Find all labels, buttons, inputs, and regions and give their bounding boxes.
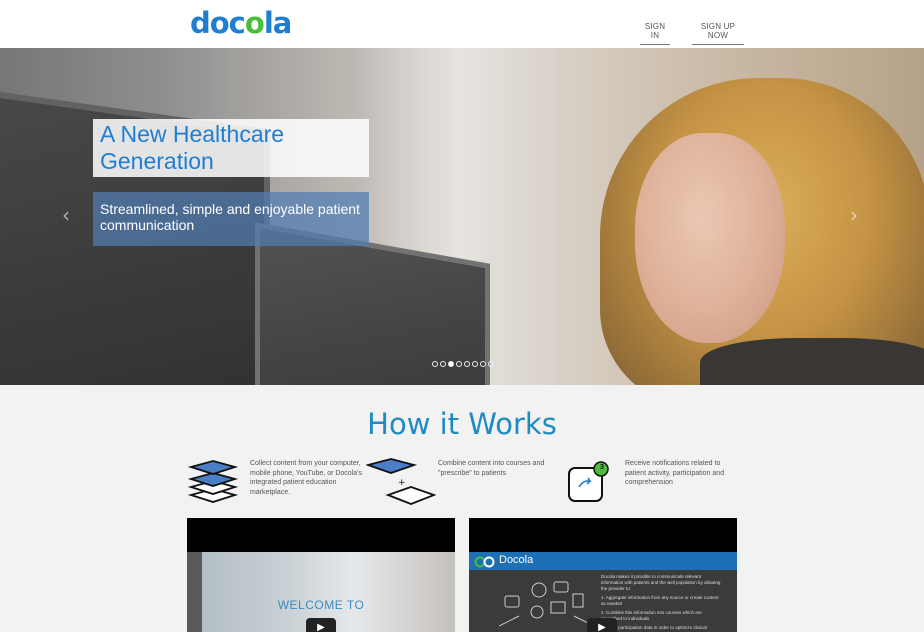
carousel-dot[interactable] bbox=[440, 361, 446, 367]
sign-in-link[interactable]: SIGN IN bbox=[640, 22, 670, 45]
docola-logo[interactable]: docola bbox=[190, 6, 292, 40]
hero-title-line-2: Generation bbox=[100, 148, 214, 174]
carousel-dot[interactable] bbox=[472, 361, 478, 367]
video-welcome-text: WELCOME TO bbox=[277, 598, 365, 612]
layers-icon bbox=[188, 460, 238, 503]
step-2-text: Combine content into courses and "prescr… bbox=[438, 460, 545, 477]
how-it-works-title: How it Works bbox=[367, 407, 557, 441]
step-1-text: Collect content from your computer, mobi… bbox=[250, 460, 362, 496]
carousel-dot[interactable] bbox=[432, 361, 438, 367]
hero-subtitle-line-1: Streamlined, simple and enjoyable patien… bbox=[100, 201, 360, 217]
explainer-video-player[interactable]: Docola Docola makes it possible to commu… bbox=[469, 518, 737, 632]
hero-subtitle-box: Streamlined, simple and enjoyable patien… bbox=[93, 192, 369, 246]
play-button-icon[interactable]: ▶ bbox=[306, 618, 336, 632]
svg-text:+: + bbox=[398, 478, 406, 488]
sign-up-now-link[interactable]: SIGN UP NOW bbox=[692, 22, 744, 45]
docola-brand-icon bbox=[474, 556, 495, 568]
hero-subtitle-line-2: communication bbox=[100, 217, 195, 233]
hero-title-line-1: A New Healthcare bbox=[100, 121, 285, 147]
media-sources-icon bbox=[499, 581, 594, 627]
carousel-dot[interactable] bbox=[464, 361, 470, 367]
carousel-indicators bbox=[432, 361, 494, 367]
carousel-dot-active[interactable] bbox=[448, 361, 454, 367]
carousel-dot[interactable] bbox=[480, 361, 486, 367]
carousel-dot[interactable] bbox=[488, 361, 494, 367]
carousel-next-arrow-icon[interactable]: › bbox=[850, 203, 858, 227]
carousel-dot[interactable] bbox=[456, 361, 462, 367]
hero-carousel: A New Healthcare Generation Streamlined,… bbox=[0, 48, 924, 385]
step-3-text: Receive notifications related to patient… bbox=[625, 460, 725, 486]
hero-title-box: A New Healthcare Generation bbox=[93, 119, 369, 177]
how-it-works-section: How it Works Collect content from your c… bbox=[0, 385, 924, 632]
video-brand-text: Docola bbox=[499, 554, 534, 566]
site-header: docola SIGN IN SIGN UP NOW bbox=[0, 0, 924, 48]
combine-icon: + bbox=[366, 458, 436, 505]
notification-badge-count: 3 bbox=[600, 464, 604, 471]
carousel-prev-arrow-icon[interactable]: ‹ bbox=[62, 203, 70, 227]
play-button-icon[interactable]: ▶ bbox=[587, 618, 617, 632]
video-slide-text: Docola makes it possible to communicate … bbox=[601, 574, 721, 630]
intro-video-player[interactable]: WELCOME TO ▶ bbox=[187, 518, 455, 632]
